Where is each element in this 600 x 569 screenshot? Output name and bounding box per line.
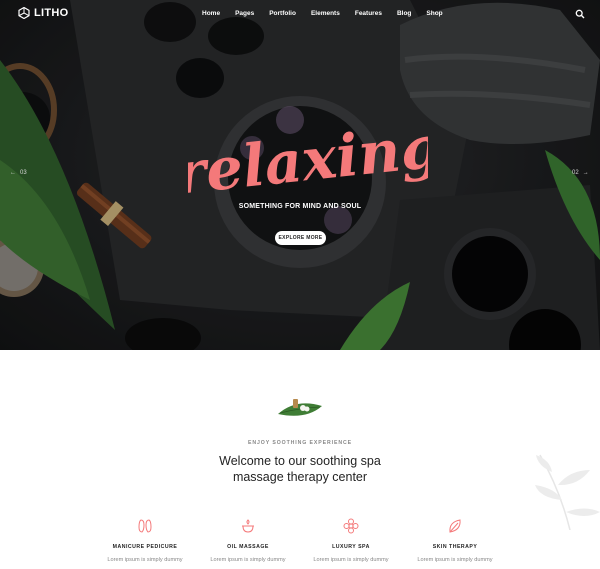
nav-item-pages[interactable]: Pages <box>235 10 254 17</box>
service-name: SKIN THERAPY <box>432 544 478 550</box>
nav-item-elements[interactable]: Elements <box>311 10 340 17</box>
flower-icon <box>343 518 359 534</box>
section-title: Welcome to our soothing spa massage ther… <box>180 453 420 485</box>
arrow-right-icon: → <box>582 170 589 176</box>
slider-next-button[interactable]: 02 → <box>572 170 589 176</box>
search-icon[interactable] <box>575 9 585 19</box>
hero-headline: relaxing <box>188 118 428 200</box>
top-navigation-bar: LITHO Home Pages Portfolio Elements Feat… <box>0 0 600 28</box>
main-menu: Home Pages Portfolio Elements Features B… <box>202 10 458 17</box>
slide-prev-number: 03 <box>20 170 27 176</box>
service-description: Lorem ipsum is simply dummy <box>107 557 183 563</box>
slide-next-number: 02 <box>572 170 579 176</box>
nav-item-features[interactable]: Features <box>355 10 382 17</box>
feet-icon <box>138 519 152 533</box>
spa-leaf-emblem-icon <box>278 399 322 416</box>
slider-prev-button[interactable]: ← 03 <box>10 170 27 176</box>
nav-item-shop[interactable]: Shop <box>426 10 442 17</box>
service-oil-massage[interactable]: OIL MASSAGE Lorem ipsum is simply dummy <box>203 518 293 563</box>
services-row: MANICURE PEDICURE Lorem ipsum is simply … <box>0 518 600 569</box>
service-description: Lorem ipsum is simply dummy <box>210 557 286 563</box>
nav-item-blog[interactable]: Blog <box>397 10 411 17</box>
service-luxury-spa[interactable]: LUXURY SPA Lorem ipsum is simply dummy <box>306 518 396 563</box>
section-title-line-1: Welcome to our soothing spa <box>219 454 381 468</box>
logo-hexagon-icon <box>18 7 30 19</box>
nav-item-home[interactable]: Home <box>202 10 220 17</box>
hero-subtitle: SOMETHING FOR MIND AND SOUL <box>238 203 362 210</box>
section-title-line-2: massage therapy center <box>232 470 368 484</box>
service-manicure-pedicure[interactable]: MANICURE PEDICURE Lorem ipsum is simply … <box>100 518 190 563</box>
service-description: Lorem ipsum is simply dummy <box>417 557 493 563</box>
hero-slider: LITHO Home Pages Portfolio Elements Feat… <box>0 0 600 350</box>
leaf-icon <box>449 519 461 533</box>
section-eyebrow: ENJOY SOOTHING EXPERIENCE <box>248 440 352 446</box>
oil-lamp-icon <box>242 519 254 533</box>
service-skin-therapy[interactable]: SKIN THERAPY Lorem ipsum is simply dummy <box>410 518 500 563</box>
nav-item-portfolio[interactable]: Portfolio <box>269 10 296 17</box>
brand-logo[interactable]: LITHO <box>18 7 69 19</box>
brand-name: LITHO <box>34 7 69 19</box>
service-name: LUXURY SPA <box>332 544 370 550</box>
service-name: MANICURE PEDICURE <box>112 544 178 550</box>
service-name: OIL MASSAGE <box>227 544 269 550</box>
hero-headline-text: relaxing <box>188 118 428 200</box>
arrow-left-icon: ← <box>10 170 16 176</box>
service-description: Lorem ipsum is simply dummy <box>313 557 389 563</box>
welcome-section: ENJOY SOOTHING EXPERIENCE Welcome to our… <box>0 350 600 569</box>
explore-more-button[interactable]: EXPLORE MORE <box>275 231 326 245</box>
